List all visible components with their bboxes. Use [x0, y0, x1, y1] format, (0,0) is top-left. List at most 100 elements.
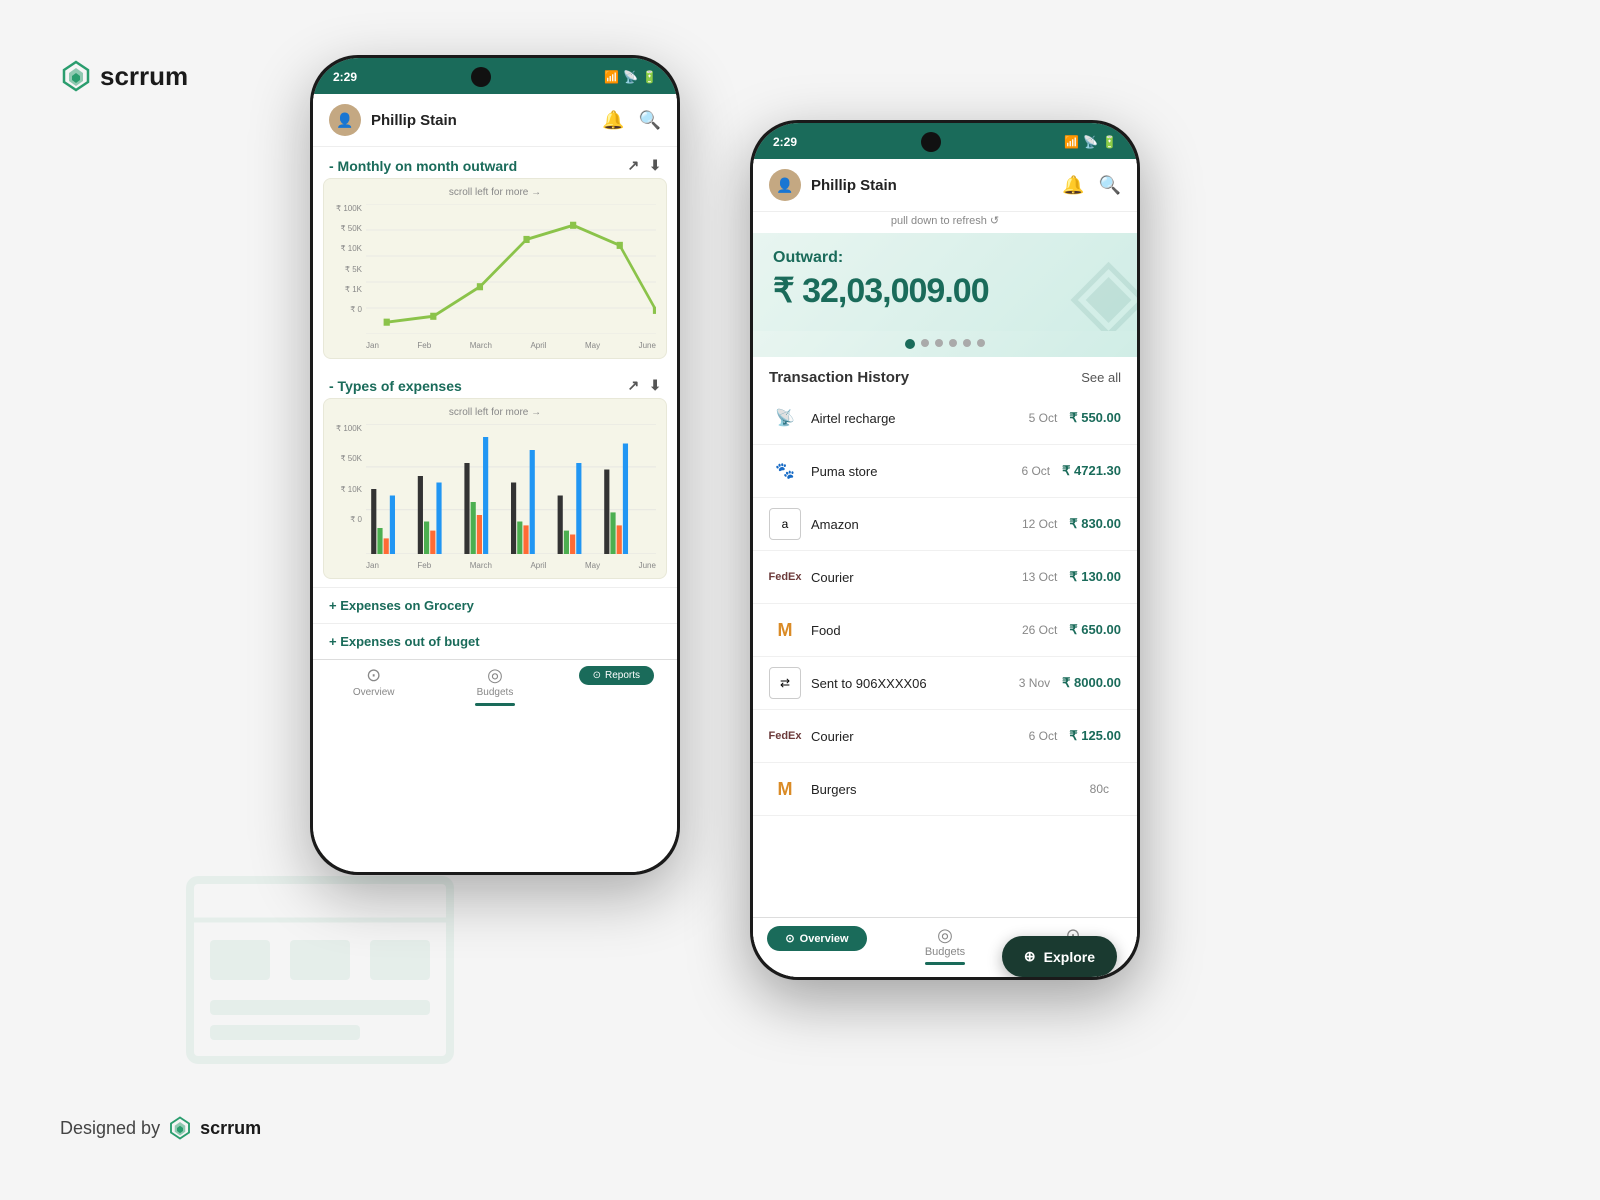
p2-budgets-underline: [925, 962, 965, 965]
bar-y-100k: ₹ 100K: [334, 424, 362, 433]
amazon-date: 12 Oct: [1022, 517, 1057, 531]
carousel-dots: [753, 331, 1137, 357]
p2-signal-icon: 📡: [1083, 135, 1098, 149]
bar-x-june: June: [639, 561, 656, 570]
monthly-title-text: - Monthly on month outward: [329, 158, 517, 174]
x-label-march: March: [470, 341, 492, 350]
courier2-date: 6 Oct: [1029, 729, 1058, 743]
expenses-action-icons: ↗ ⬇: [628, 377, 661, 394]
share2-icon[interactable]: ↗: [628, 377, 640, 394]
search-icon[interactable]: 🔍: [639, 110, 661, 131]
phone1-header-icons: 🔔 🔍: [602, 110, 661, 131]
share-icon[interactable]: ↗: [628, 157, 640, 174]
food-date: 26 Oct: [1022, 623, 1057, 637]
section-action-icons: ↗ ⬇: [628, 157, 661, 174]
monthly-chart-container: scroll left for more → ₹ 100K ₹ 50K ₹ 10…: [323, 178, 667, 359]
see-all-button[interactable]: See all: [1081, 370, 1121, 385]
reports-label: Reports: [605, 670, 640, 681]
phone1-status-icons: 📶 📡 🔋: [604, 70, 657, 84]
transaction-sent[interactable]: ⇄ Sent to 906XXXX06 3 Nov ₹ 8000.00: [753, 657, 1137, 710]
burgers-name: Burgers: [811, 782, 1090, 797]
explore-plus-icon: ⊕: [1024, 948, 1036, 965]
sent-name: Sent to 906XXXX06: [811, 676, 1019, 691]
burgers-icon: M: [769, 773, 801, 805]
expand-grocery[interactable]: + Expenses on Grocery: [313, 587, 677, 623]
x-label-jan: Jan: [366, 341, 379, 350]
overview-icon: ⊙: [366, 666, 381, 684]
courier1-icon: FedEx: [769, 561, 801, 593]
food-icon: M: [769, 614, 801, 646]
phone1-notch: [471, 67, 491, 87]
transaction-airtel[interactable]: 📡 Airtel recharge 5 Oct ₹ 550.00: [753, 392, 1137, 445]
budgets-underline: [475, 703, 515, 706]
amazon-name: Amazon: [811, 517, 1022, 532]
transaction-courier2[interactable]: FedEx Courier 6 Oct ₹ 125.00: [753, 710, 1137, 763]
signal-icon: 📡: [623, 70, 638, 84]
puma-date: 6 Oct: [1021, 464, 1050, 478]
outward-label: Outward:: [773, 249, 1117, 267]
y-label-50k: ₹ 50K: [334, 224, 362, 233]
p2-nav-budgets[interactable]: ◎ Budgets: [881, 926, 1009, 965]
bar-x-march: March: [470, 561, 492, 570]
puma-icon: 🐾: [769, 455, 801, 487]
p2-budgets-label: Budgets: [925, 946, 965, 958]
nav-reports[interactable]: ⊙ Reports: [556, 666, 677, 706]
brand-name: scrrum: [100, 61, 188, 92]
dot-3: [935, 339, 943, 347]
explore-button[interactable]: ⊕ Explore: [1002, 936, 1117, 977]
phone2-header: 👤 Phillip Stain 🔔 🔍: [753, 159, 1137, 212]
overview-label: Overview: [353, 687, 395, 698]
bar-x-jan: Jan: [366, 561, 379, 570]
transaction-header: Transaction History See all: [753, 357, 1137, 392]
transaction-burgers[interactable]: M Burgers 80c: [753, 763, 1137, 816]
phone2-status-bar: 2:29 📶 📡 🔋: [753, 123, 1137, 159]
bar-x-may: May: [585, 561, 600, 570]
dot-4: [949, 339, 957, 347]
phone2-avatar: 👤: [769, 169, 801, 201]
footer-brand-name: scrrum: [200, 1118, 261, 1139]
download2-icon[interactable]: ⬇: [649, 377, 661, 394]
puma-amount: ₹ 4721.30: [1062, 463, 1121, 479]
phone2-device: 2:29 📶 📡 🔋 👤 Phillip Stain 🔔 🔍 pull: [750, 120, 1140, 980]
p2-bell-icon[interactable]: 🔔: [1062, 175, 1084, 196]
transaction-puma[interactable]: 🐾 Puma store 6 Oct ₹ 4721.30: [753, 445, 1137, 498]
explore-label: Explore: [1044, 949, 1095, 965]
y-label-100k: ₹ 100K: [334, 204, 362, 213]
sent-amount: ₹ 8000.00: [1062, 675, 1121, 691]
nav-budgets[interactable]: ◎ Budgets: [434, 666, 555, 706]
designed-by-footer: Designed by scrrum: [60, 1116, 261, 1140]
courier1-date: 13 Oct: [1022, 570, 1057, 584]
logo-icon: [60, 60, 92, 92]
monthly-section-title: - Monthly on month outward ↗ ⬇: [313, 147, 677, 178]
p2-wifi-icon: 📶: [1064, 135, 1079, 149]
p2-search-icon[interactable]: 🔍: [1099, 175, 1121, 196]
x-label-april: April: [530, 341, 546, 350]
courier2-amount: ₹ 125.00: [1069, 728, 1121, 744]
chart1-scroll-hint: scroll left for more →: [334, 187, 656, 198]
phone2-header-icons: 🔔 🔍: [1062, 175, 1121, 196]
transaction-amazon[interactable]: a Amazon 12 Oct ₹ 830.00: [753, 498, 1137, 551]
phone2-content: 👤 Phillip Stain 🔔 🔍 pull down to refresh…: [753, 159, 1137, 977]
nav-overview[interactable]: ⊙ Overview: [313, 666, 434, 706]
footer-logo-icon: [168, 1116, 192, 1140]
airtel-amount: ₹ 550.00: [1069, 410, 1121, 426]
p2-nav-overview[interactable]: ⊙ Overview: [753, 926, 881, 965]
phone1-content: 👤 Phillip Stain 🔔 🔍 - Monthly on month o…: [313, 94, 677, 872]
courier2-icon: FedEx: [769, 720, 801, 752]
airtel-date: 5 Oct: [1029, 411, 1058, 425]
phone1-device: 2:29 📶 📡 🔋 👤 Phillip Stain 🔔 🔍 - Mo: [310, 55, 680, 875]
download-icon[interactable]: ⬇: [649, 157, 661, 174]
phone1-avatar: 👤: [329, 104, 361, 136]
y-label-5k: ₹ 5K: [334, 265, 362, 274]
bar-y-10k: ₹ 10K: [334, 485, 362, 494]
transaction-food[interactable]: M Food 26 Oct ₹ 650.00: [753, 604, 1137, 657]
bell-icon[interactable]: 🔔: [602, 110, 624, 131]
expenses-chart-container: scroll left for more → ₹ 100K ₹ 50K ₹ 10…: [323, 398, 667, 579]
outward-amount: ₹ 32,03,009.00: [773, 271, 1117, 311]
sent-icon: ⇄: [769, 667, 801, 699]
transaction-courier1[interactable]: FedEx Courier 13 Oct ₹ 130.00: [753, 551, 1137, 604]
outward-card: Outward: ₹ 32,03,009.00 ◈: [753, 233, 1137, 331]
p2-overview-icon: ⊙: [785, 932, 794, 945]
p2-overview-label: Overview: [800, 933, 849, 945]
expand-budget[interactable]: + Expenses out of buget: [313, 623, 677, 659]
